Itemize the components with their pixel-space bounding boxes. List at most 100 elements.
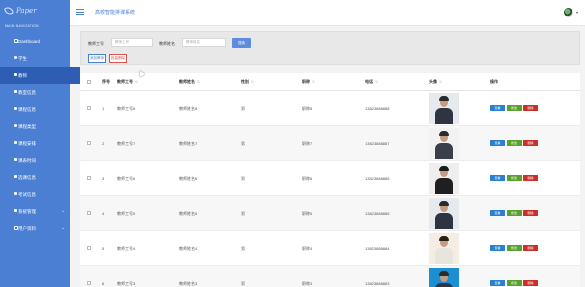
teacher-photo [429, 128, 459, 159]
column-header: 序号 [102, 73, 110, 90]
table-row: 1 教师工号8 教师姓名8 男 职称8 13823888888 查看 修改 删除 [80, 91, 580, 126]
teacher-id-input[interactable]: 教师工号 [111, 38, 153, 47]
add-teacher-button[interactable]: 添加教师 [88, 54, 106, 63]
sidebar-item-1[interactable]: 学生 [0, 50, 80, 67]
sidebar-item-5[interactable]: 课程类型 [0, 118, 80, 135]
select-all-checkbox[interactable] [87, 80, 91, 84]
edit-button[interactable]: 修改 [506, 210, 522, 216]
delete-button[interactable]: 删除 [523, 245, 538, 251]
grid-icon [14, 90, 17, 93]
delete-button[interactable]: 删除 [523, 140, 538, 146]
delete-button[interactable]: 删除 [523, 105, 538, 111]
sidebar-item-8[interactable]: 选课信息 [0, 169, 80, 186]
user-menu-caret-icon[interactable]: ▾ [576, 10, 578, 15]
gender-cell: 男 [241, 210, 245, 216]
chevron-down-icon: ⌄ [61, 225, 66, 231]
sidebar-item-11[interactable]: 用户资料 ⌄ [0, 220, 80, 237]
row-checkbox[interactable] [87, 211, 91, 215]
sidebar-item-0[interactable]: Dashboard [0, 33, 80, 50]
job-title-cell: 职称7 [302, 140, 313, 146]
home-outline-icon [14, 39, 18, 43]
phone-cell: 13823888887 [365, 141, 390, 146]
teacher-id-cell: 教师工号7 [117, 140, 136, 146]
column-header[interactable]: 性别 ⇅ [241, 73, 254, 90]
app-logo[interactable]: Paper [3, 5, 37, 17]
column-header-label: 教师工号 [117, 78, 133, 84]
column-header[interactable]: 头像 ⇅ [429, 73, 442, 90]
grid-icon [14, 73, 17, 76]
row-checkbox[interactable] [87, 141, 91, 145]
view-button[interactable]: 查看 [490, 245, 505, 251]
sidebar-item-label: 学生 [18, 55, 27, 61]
sidebar-item-2[interactable]: 教师 [0, 67, 80, 84]
edit-button[interactable]: 修改 [506, 245, 522, 251]
teacher-table: 序号 教师工号 ⇅ 教师姓名 ⇅ 性别 ⇅ 职称 ⇅ 电话 ⇅ 头像 ⇅ 操作 1 教师工号8 教师姓名8 男职… [80, 73, 580, 287]
job-title-cell: 职称6 [302, 175, 313, 181]
gender-cell: 男 [241, 140, 245, 146]
bullet-icon [14, 56, 17, 59]
teacher-photo [429, 93, 459, 124]
edit-button[interactable]: 修改 [506, 105, 522, 111]
column-header[interactable]: 教师工号 ⇅ [117, 73, 138, 90]
job-title-cell: 职称8 [302, 105, 313, 111]
batch-delete-button[interactable]: 批量删除 [109, 54, 127, 63]
sidebar-item-9[interactable]: 考试信息 [0, 186, 80, 203]
sidebar-item-6[interactable]: 课程安排 [0, 135, 80, 152]
sort-icon[interactable]: ⇅ [439, 80, 442, 84]
sidebar-item-7[interactable]: 课表时间 [0, 152, 80, 169]
column-header[interactable]: 教师姓名 ⇅ [179, 73, 200, 90]
teacher-id-cell: 教师工号8 [117, 105, 136, 111]
job-title-cell: 职称5 [302, 210, 313, 216]
sidebar-item-label: 教室信息 [18, 89, 36, 95]
job-title-cell: 职称3 [302, 280, 313, 286]
user-card-icon [14, 226, 18, 230]
sort-icon[interactable]: ⇅ [251, 80, 254, 84]
logo-text: Paper [16, 7, 37, 15]
row-actions: 查看 修改 删除 [490, 140, 538, 146]
chevron-down-icon: ⌄ [61, 208, 66, 214]
sort-icon[interactable]: ⇅ [197, 80, 200, 84]
row-checkbox[interactable] [87, 246, 91, 250]
app-title: 高校智能排课系统 [95, 10, 136, 16]
user-avatar[interactable] [564, 8, 573, 17]
sidebar-item-10[interactable]: 系统管理 ⌄ [0, 203, 80, 220]
column-header[interactable]: 电话 ⇅ [365, 73, 378, 90]
delete-button[interactable]: 删除 [523, 210, 538, 216]
teacher-name-input[interactable]: 教师姓名 [182, 38, 226, 47]
delete-button[interactable]: 删除 [523, 175, 538, 181]
row-actions: 查看 修改 删除 [490, 280, 538, 286]
row-checkbox[interactable] [87, 281, 91, 285]
sidebar-item-label: 用户资料 [18, 225, 36, 231]
gender-cell: 男 [241, 245, 245, 251]
delete-button[interactable]: 删除 [523, 280, 538, 286]
sidebar-item-4[interactable]: 课程信息 [0, 101, 80, 118]
edit-button[interactable]: 修改 [506, 140, 522, 146]
teacher-id-cell: 教师工号3 [117, 280, 136, 286]
view-button[interactable]: 查看 [490, 175, 505, 181]
sidebar-item-label: 考试信息 [18, 191, 36, 197]
column-header-label: 头像 [429, 78, 437, 84]
view-button[interactable]: 查看 [490, 280, 505, 286]
edit-button[interactable]: 修改 [506, 175, 522, 181]
row-checkbox[interactable] [87, 176, 91, 180]
row-checkbox[interactable] [87, 106, 91, 110]
sort-icon[interactable]: ⇅ [312, 80, 315, 84]
sidebar-nav: Dashboard 学生教师教室信息课程信息 课程类型 课程安排 课表时间 选课信息考试信… [0, 33, 80, 237]
search-button[interactable]: 搜索 [232, 38, 251, 48]
row-actions: 查看 修改 删除 [490, 210, 538, 216]
job-title-cell: 职称4 [302, 245, 313, 251]
teacher-photo [429, 163, 459, 194]
sort-icon[interactable]: ⇅ [135, 80, 138, 84]
phone-cell: 13823888884 [365, 246, 390, 251]
teacher-id-cell: 教师工号5 [117, 210, 136, 216]
view-button[interactable]: 查看 [490, 140, 505, 146]
view-button[interactable]: 查看 [490, 210, 505, 216]
teacher-photo [429, 268, 459, 287]
view-button[interactable]: 查看 [490, 105, 505, 111]
edit-button[interactable]: 修改 [506, 280, 522, 286]
row-actions: 查看 修改 删除 [490, 245, 538, 251]
sort-icon[interactable]: ⇅ [375, 80, 378, 84]
sidebar-item-3[interactable]: 教室信息 [0, 84, 80, 101]
column-header[interactable]: 职称 ⇅ [302, 73, 315, 90]
menu-toggle-icon[interactable] [76, 9, 84, 15]
